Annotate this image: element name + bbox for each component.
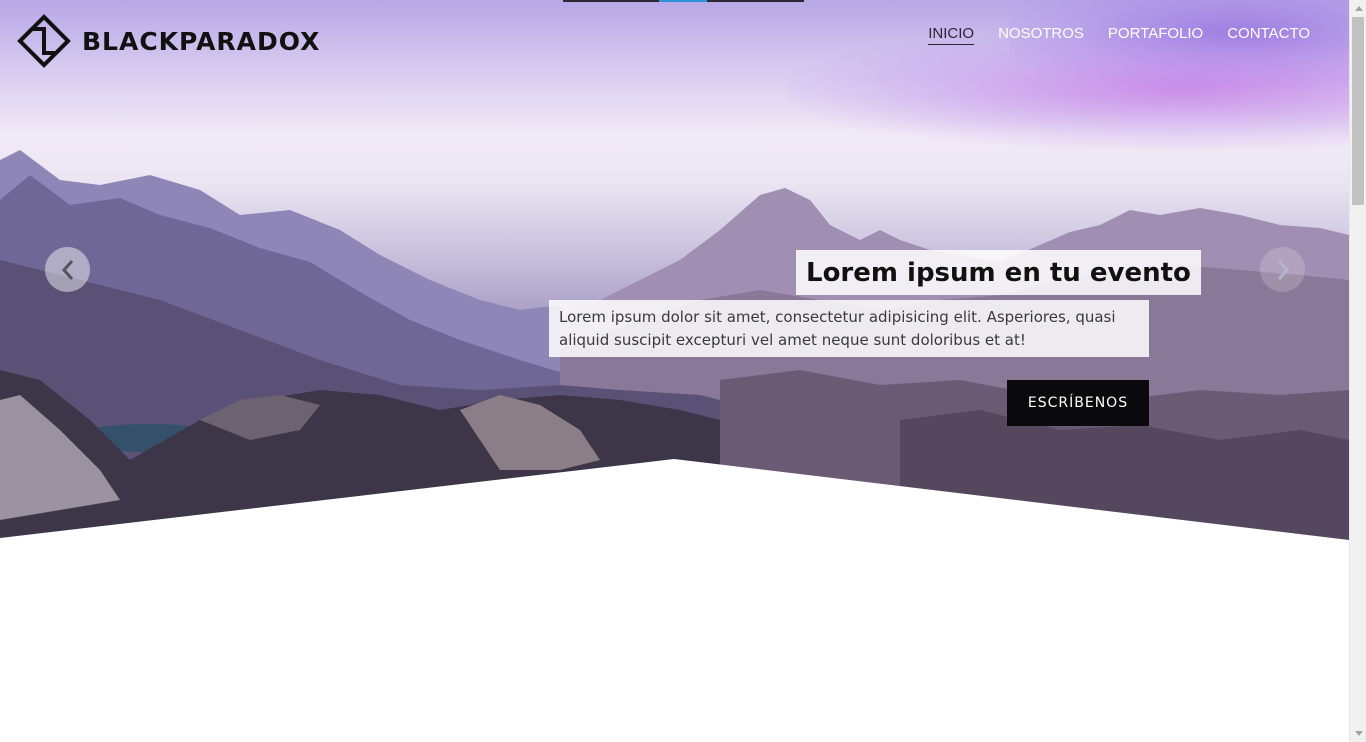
carousel-indicators [563, 0, 804, 2]
chevron-left-icon [61, 259, 73, 280]
brand-name: BLACKPARADOX [82, 26, 321, 56]
carousel-prev-button[interactable] [45, 247, 90, 292]
nav-item-inicio[interactable]: INICIO [928, 25, 975, 45]
scrollbar-thumb[interactable] [1352, 17, 1364, 205]
hero-carousel: BLACKPARADOX INICIO NOSOTROS PORTAFOLIO … [0, 0, 1349, 540]
carousel-next-button[interactable] [1260, 247, 1305, 292]
nav-item-nosotros[interactable]: NOSOTROS [998, 25, 1084, 45]
carousel-indicator[interactable] [707, 0, 804, 2]
slide-description: Lorem ipsum dolor sit amet, consectetur … [549, 300, 1149, 357]
carousel-indicator[interactable] [563, 0, 659, 2]
nav-item-contacto[interactable]: CONTACTO [1227, 25, 1310, 45]
scroll-up-arrow-icon[interactable] [1350, 0, 1366, 17]
contact-cta-button[interactable]: ESCRÍBENOS [1007, 380, 1149, 426]
brand[interactable]: BLACKPARADOX [16, 13, 320, 69]
diamond-arrows-logo-icon [17, 14, 71, 68]
chevron-right-icon [1277, 259, 1289, 280]
main-nav: INICIO NOSOTROS PORTAFOLIO CONTACTO [904, 25, 1310, 45]
page-scrollbar[interactable] [1349, 0, 1366, 742]
scroll-down-arrow-icon[interactable] [1350, 725, 1366, 742]
nav-item-portafolio[interactable]: PORTAFOLIO [1108, 25, 1203, 45]
carousel-indicator-active[interactable] [659, 0, 707, 2]
slide-title: Lorem ipsum en tu evento [796, 250, 1201, 295]
